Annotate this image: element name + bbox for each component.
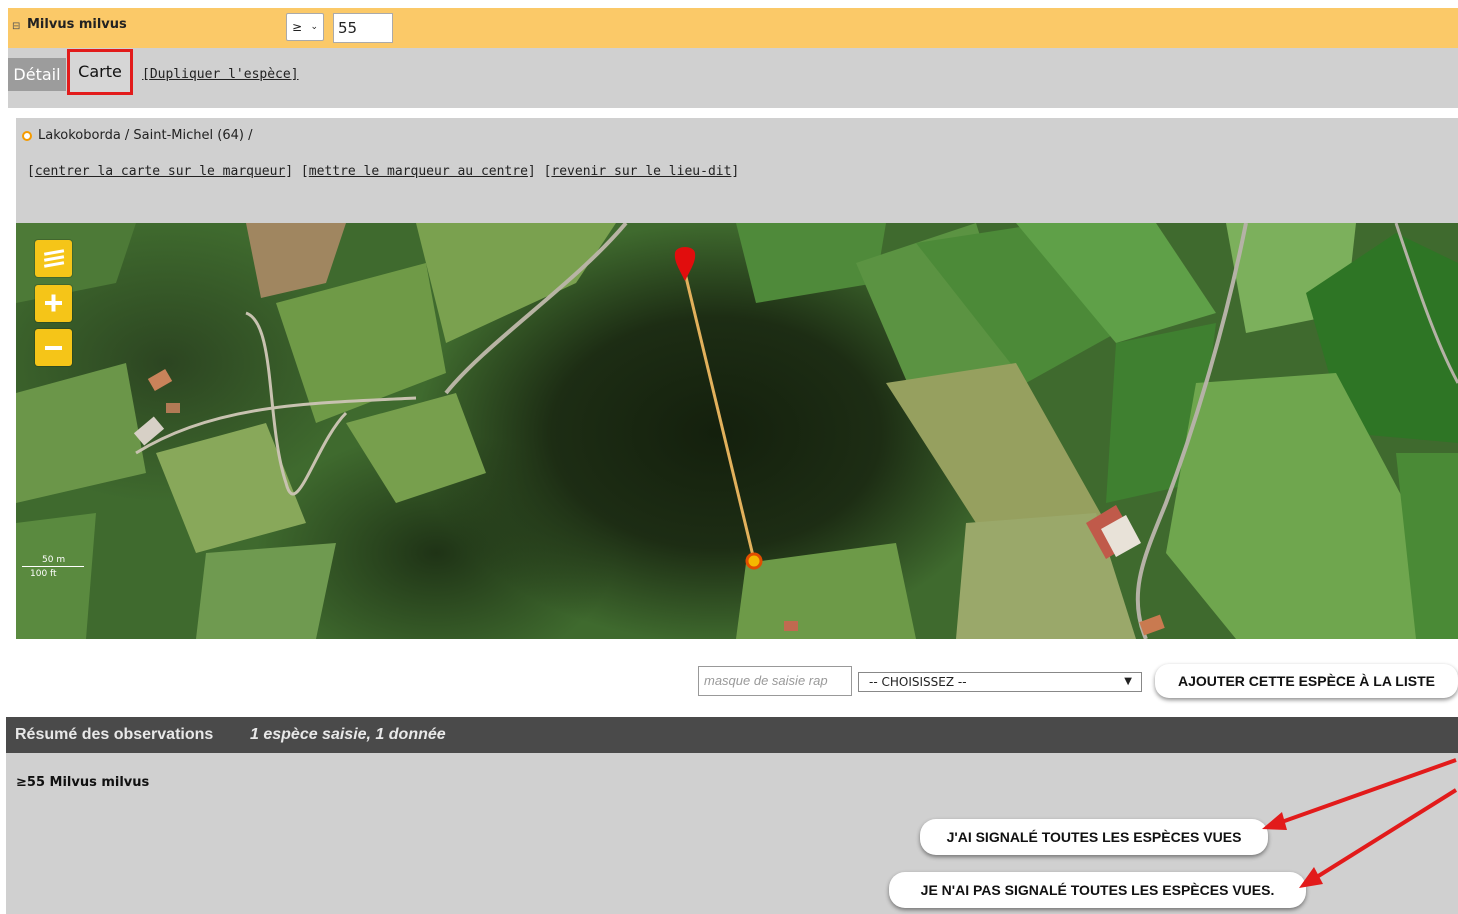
species-name: Milvus milvus [27,17,127,32]
zoom-in-icon [45,294,62,312]
map-scale: 50 m 100 ft [22,553,84,579]
summary-body: ≥55 Milvus milvus J'AI SIGNALÉ TOUTES LE… [6,753,1458,914]
tab-detail[interactable]: Détail [8,58,66,91]
operator-value: ≥ [292,20,303,34]
layers-icon [43,249,65,268]
back-to-place-link[interactable]: revenir sur le lieu-dit [551,164,731,179]
quick-entry-input[interactable]: masque de saisie rap [698,666,852,696]
map-pin-icon[interactable] [674,247,696,281]
location-marker-icon [22,131,32,141]
aerial-imagery [16,223,1458,639]
dropdown-arrow-icon: ▼ [1124,676,1132,687]
not-all-species-reported-button[interactable]: JE N'AI PAS SIGNALÉ TOUTES LES ESPÈCES V… [889,872,1306,908]
scale-metric: 50 m [42,555,66,565]
tabs-bar: Détail Carte [Dupliquer l'espèce] [8,48,1458,108]
count-input[interactable]: 55 [333,13,393,43]
summary-header: Résumé des observations 1 espèce saisie,… [6,717,1458,753]
zoom-out-button[interactable] [35,329,72,366]
summary-subtitle: 1 espèce saisie, 1 donnée [250,726,446,743]
zoom-out-icon [45,346,62,350]
tab-carte[interactable]: Carte [67,49,133,95]
center-marker-link[interactable]: mettre le marqueur au centre [309,164,528,179]
scale-imperial: 100 ft [30,569,57,579]
duplicate-species-link[interactable]: [Dupliquer l'espèce] [142,67,299,82]
center-map-link[interactable]: centrer la carte sur le marqueur [35,164,285,179]
location-panel: Lakokoborda / Saint-Michel (64) / [centr… [16,118,1458,223]
summary-title: Résumé des observations [15,726,214,743]
chevron-down-icon: ⌄ [310,22,318,32]
all-species-reported-button[interactable]: J'AI SIGNALÉ TOUTES LES ESPÈCES VUES [920,819,1268,855]
species-bar: ⊟ Milvus milvus ≥ ⌄ 55 [8,8,1458,48]
operator-select[interactable]: ≥ ⌄ [286,13,324,41]
species-select[interactable]: -- CHOISISSEZ -- ▼ [858,672,1142,692]
species-select-value: -- CHOISISSEZ -- [869,675,967,689]
map-action-links: [centrer la carte sur le marqueur] [mett… [27,164,740,179]
location-path: Lakokoborda / Saint-Michel (64) / [38,128,253,143]
place-marker-icon[interactable] [745,552,763,570]
duplicate-species-label: Dupliquer l'espèce [149,67,291,82]
layers-button[interactable] [35,240,72,277]
add-species-button[interactable]: AJOUTER CETTE ESPÈCE À LA LISTE [1155,664,1458,698]
zoom-in-button[interactable] [35,285,72,322]
map-view[interactable]: 50 m 100 ft [16,223,1458,639]
summary-entry: ≥55 Milvus milvus [16,775,150,790]
collapse-icon[interactable]: ⊟ [12,21,20,32]
